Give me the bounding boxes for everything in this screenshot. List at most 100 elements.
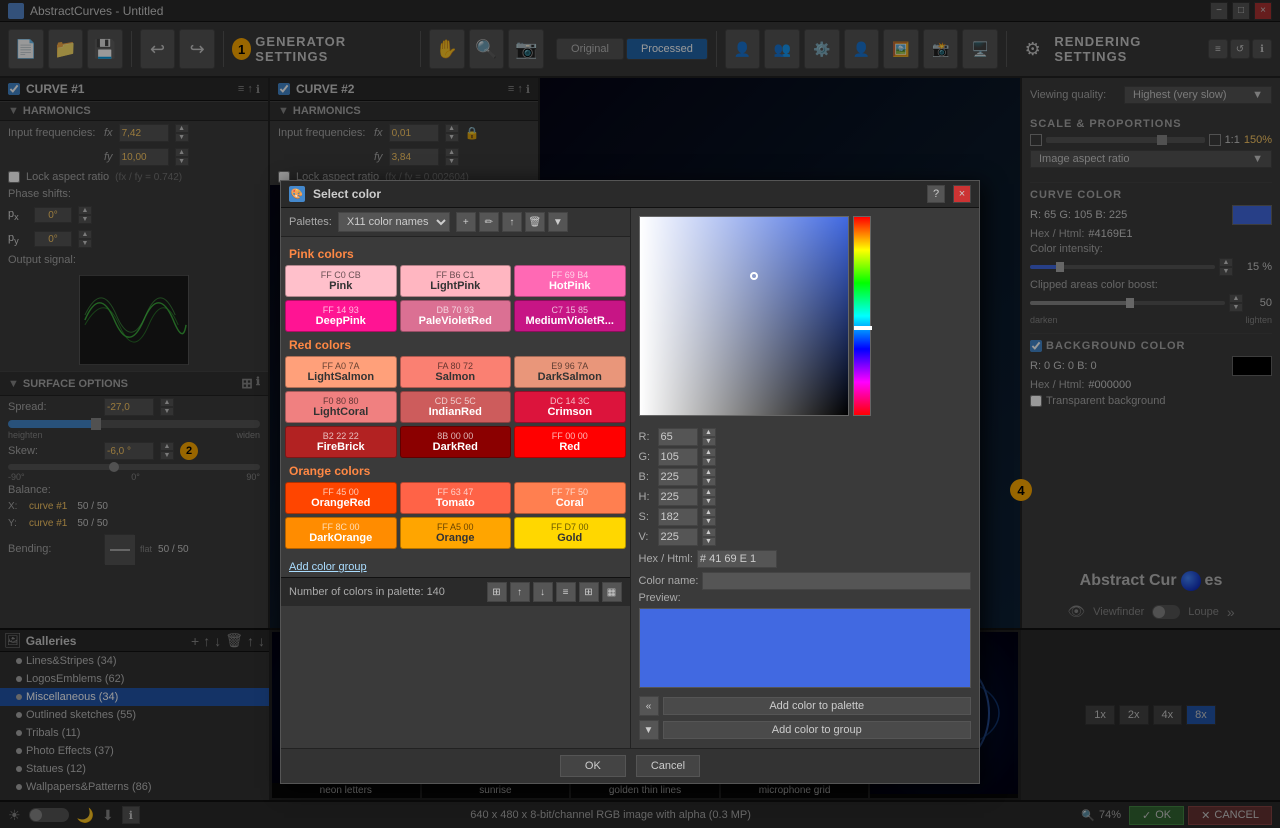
h-label: H: [639,491,654,503]
modal-cancel-btn[interactable]: Cancel [636,755,700,777]
color-gradient-box[interactable] [639,216,849,416]
color-group-title: Orange colors [289,464,622,478]
color-name: Tomato [407,497,505,509]
h-spinner[interactable]: ▲ ▼ [702,488,716,506]
color-hex: C7 15 85 [521,305,619,315]
color-cell[interactable]: B2 22 22FireBrick [285,426,397,458]
v-spinner[interactable]: ▲ ▼ [702,528,716,546]
v-input[interactable] [658,528,698,546]
color-name: Salmon [407,371,505,383]
r-spinner[interactable]: ▲ ▼ [702,428,716,446]
add-color-group-text[interactable]: Add color group [289,561,367,573]
preview-label: Preview: [639,592,972,604]
color-name: LightCoral [292,406,390,418]
color-cell[interactable]: FF C0 CBPink [285,265,397,297]
color-cell[interactable]: C7 15 85MediumVioletR... [514,300,626,332]
color-cell[interactable]: FF 00 00Red [514,426,626,458]
color-group-title: Red colors [289,338,622,352]
palette-toolbar: Palettes: X11 color names + ✏ ↑ 🗑 ▼ [281,208,630,237]
s-spinner[interactable]: ▲ ▼ [702,508,716,526]
color-grid: FF 45 00OrangeRedFF 63 47TomatoFF 7F 50C… [285,482,626,549]
r-label: R: [639,431,654,443]
pal-btn-1[interactable]: + [456,212,476,232]
v-label: V: [639,531,654,543]
color-cell[interactable]: FF 7F 50Coral [514,482,626,514]
color-cell[interactable]: FF B6 C1LightPink [400,265,512,297]
color-hex: B2 22 22 [292,431,390,441]
palette-scroll[interactable]: Pink colorsFF C0 CBPinkFF B6 C1LightPink… [281,237,630,577]
modal-title: Select color [313,187,919,201]
add-color-group-link[interactable]: Add color group [285,555,626,577]
pal-btn-3[interactable]: ↑ [502,212,522,232]
pal-btn-2[interactable]: ✏ [479,212,499,232]
modal-ok-btn[interactable]: OK [560,755,626,777]
color-name-label: Color name: [639,575,699,587]
color-hex: FF 69 B4 [521,270,619,280]
pal-btn-4[interactable]: 🗑 [525,212,545,232]
r-input[interactable] [658,428,698,446]
color-hex: FF 14 93 [292,305,390,315]
add-to-palette-btn[interactable]: Add color to palette [663,697,972,715]
g-input[interactable] [658,448,698,466]
color-cell[interactable]: FF 14 93DeepPink [285,300,397,332]
s-input[interactable] [658,508,698,526]
modal-close-btn[interactable]: × [953,185,971,203]
footer-btn-6[interactable]: ▦ [602,582,622,602]
color-name-input[interactable] [702,572,971,590]
modal-header: 🎨 Select color ? × [281,181,979,208]
pal-btn-5[interactable]: ▼ [548,212,568,232]
modal-help-btn[interactable]: ? [927,185,945,203]
palette-dropdown[interactable]: X11 color names [338,212,450,232]
footer-btn-4[interactable]: ≡ [556,582,576,602]
rgb-controls: R: ▲ ▼ G: ▲ ▼ B: [631,424,980,748]
color-cell[interactable]: CD 5C 5CIndianRed [400,391,512,423]
b-spinner[interactable]: ▲ ▼ [702,468,716,486]
color-name: LightPink [407,280,505,292]
add-palette-row: « Add color to palette [639,696,972,716]
footer-btn-5[interactable]: ⊞ [579,582,599,602]
footer-btn-2[interactable]: ↑ [510,582,530,602]
color-name: MediumVioletR... [521,315,619,327]
color-cell[interactable]: 8B 00 00DarkRed [400,426,512,458]
color-cell[interactable]: FA 80 72Salmon [400,356,512,388]
color-cell[interactable]: FF 45 00OrangeRed [285,482,397,514]
hue-bar-vertical[interactable] [853,216,871,416]
color-name: DarkSalmon [521,371,619,383]
color-name: PaleVioletRed [407,315,505,327]
color-cell[interactable]: FF D7 00Gold [514,517,626,549]
hex-html-input[interactable] [697,550,777,568]
add-palette-chevron[interactable]: « [639,696,659,716]
color-hex: FA 80 72 [407,361,505,371]
palette-footer-icons: ⊞ ↑ ↓ ≡ ⊞ ▦ [487,582,622,602]
palette-icons: + ✏ ↑ 🗑 ▼ [456,212,568,232]
add-group-chevron[interactable]: ▼ [639,720,659,740]
color-cell[interactable]: FF 69 B4HotPink [514,265,626,297]
footer-btn-1[interactable]: ⊞ [487,582,507,602]
color-hex: CD 5C 5C [407,396,505,406]
color-cell[interactable]: FF A5 00Orange [400,517,512,549]
add-group-row: ▼ Add color to group [639,720,972,740]
color-hex: FF 45 00 [292,487,390,497]
color-name: OrangeRed [292,497,390,509]
color-hex: FF A5 00 [407,522,505,532]
b-label: B: [639,471,654,483]
color-preview-box [639,608,972,688]
color-name: Crimson [521,406,619,418]
color-cell[interactable]: DC 14 3CCrimson [514,391,626,423]
color-cell[interactable]: F0 80 80LightCoral [285,391,397,423]
add-color-section: « Add color to palette ▼ Add color to gr… [639,692,972,744]
add-to-group-btn[interactable]: Add color to group [663,721,972,739]
color-cell[interactable]: FF 63 47Tomato [400,482,512,514]
color-hex: 8B 00 00 [407,431,505,441]
color-grid: FF C0 CBPinkFF B6 C1LightPinkFF 69 B4Hot… [285,265,626,332]
g-spinner[interactable]: ▲ ▼ [702,448,716,466]
h-input[interactable] [658,488,698,506]
color-cell[interactable]: FF 8C 00DarkOrange [285,517,397,549]
color-cell[interactable]: DB 70 93PaleVioletRed [400,300,512,332]
color-hex: FF C0 CB [292,270,390,280]
b-input[interactable] [658,468,698,486]
color-cell[interactable]: E9 96 7ADarkSalmon [514,356,626,388]
color-cell[interactable]: FF A0 7ALightSalmon [285,356,397,388]
footer-btn-3[interactable]: ↓ [533,582,553,602]
color-hex: FF D7 00 [521,522,619,532]
